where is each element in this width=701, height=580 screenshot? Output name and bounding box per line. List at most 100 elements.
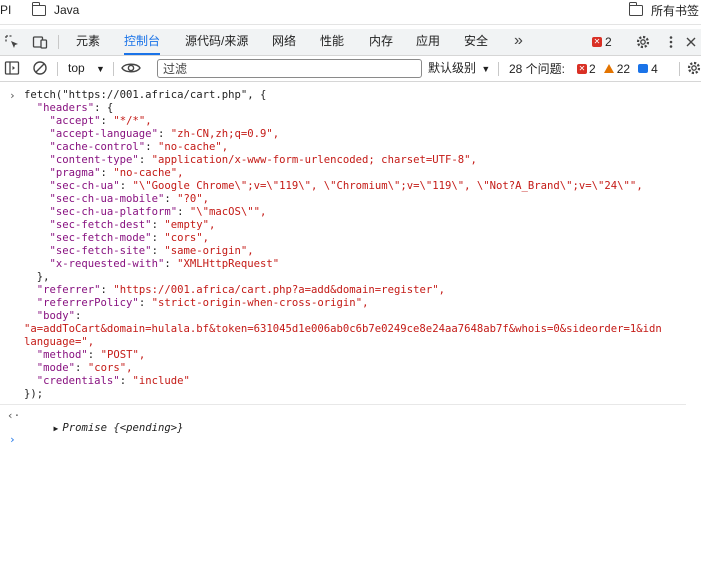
bookmark-label: Java [54,3,80,17]
code-string: "strict-origin-when-cross-origin", [151,297,369,309]
code-line: "pragma": "no-cache", [49,167,184,179]
issues-label: 28 个问题: [509,61,566,76]
more-options-icon[interactable] [663,34,679,50]
dropdown-arrow-icon: ▼ [481,64,491,74]
error-icon: ✕ [592,37,602,47]
eye-icon[interactable] [121,61,141,75]
code-string: "cors", [87,362,133,374]
input-chevron-icon: › [9,89,16,102]
code-string: "POST", [100,349,146,361]
tab-memory[interactable]: 内存 [369,29,393,55]
code-key: "accept-language" [49,128,158,140]
error-icon: ✕ [577,63,588,74]
folder-icon [628,1,643,16]
context-selector[interactable]: top ▼ [68,56,105,81]
code-line: }, [24,271,50,284]
log-level-value: 默认级别 [428,61,477,75]
clear-console-icon[interactable] [32,60,48,76]
code-line: "referrerPolicy": "strict-origin-when-cr… [36,297,369,309]
code-line: "sec-fetch-site": "same-origin", [49,245,254,257]
filter-input[interactable] [157,59,422,78]
code-line: "a=addToCart&domain=hulala.bf&token=6310… [24,323,662,336]
issues-counter[interactable]: 28 个问题: ✕ 2 22 4 [509,56,658,81]
tab-security[interactable]: 安全 [464,29,488,55]
code-string: "a=addToCart&domain=hulala.bf&token=6310… [24,323,662,335]
code-key: "x-requested-with" [49,258,165,270]
code-key: "mode" [36,362,76,374]
tab-application[interactable]: 应用 [416,29,440,55]
divider [113,62,114,76]
tab-sources[interactable]: 源代码/来源 [185,29,248,55]
code-string: "application/x-www-form-urlencoded; char… [151,154,477,166]
bookmark-all[interactable]: 所有书签 [628,0,700,20]
console-toolbar: top ▼ 默认级别 ▼ 28 个问题: ✕ 2 22 4 [0,56,701,82]
code-line: "sec-fetch-mode": "cors", [49,232,209,244]
code-key: "credentials" [36,375,120,387]
code-string: "no-cache", [157,141,229,153]
issue-info-count: 4 [651,61,658,76]
code-punct: }); [24,388,44,400]
code-line: "headers": { [24,102,114,115]
divider [57,62,58,76]
bookmark-java[interactable]: Java [31,0,80,20]
inspect-element-icon[interactable] [4,34,20,50]
code-string: "\"Google Chrome\";v=\"119\", \"Chromium… [132,180,643,192]
gear-icon[interactable] [635,34,651,50]
code-key: "content-type" [49,154,139,166]
close-icon[interactable] [683,34,699,50]
code-key: "body" [36,310,76,322]
code-call: fetch("https://001.africa/cart.php", { [24,89,267,101]
code-key: "referrerPolicy" [36,297,139,309]
log-level-dropdown[interactable]: 默认级别 ▼ [428,56,490,81]
code-key: "cache-control" [49,141,146,153]
error-count: 2 [605,35,612,49]
console-settings-icon[interactable] [686,60,701,76]
code-line: "method": "POST", [36,349,146,361]
dropdown-arrow-icon: ▼ [96,64,105,74]
code-punct: : [75,310,82,322]
code-line: "accept": "*/*", [49,115,152,127]
bookmark-label: 所有书签 [651,3,700,18]
code-string: "XMLHttpRequest" [177,258,280,270]
code-key: "sec-fetch-mode" [49,232,152,244]
code-string: "?0", [177,193,209,205]
code-punct: : { [94,102,114,114]
result-state: {<pending>} [113,422,184,434]
error-counter[interactable]: ✕ 2 [592,35,612,49]
code-string: "zh-CN,zh;q=0.9", [170,128,280,140]
more-tabs-button[interactable]: » [514,29,523,55]
code-line: }); [24,388,43,401]
tab-performance[interactable]: 性能 [320,29,344,55]
code-line: "credentials": "include" [36,375,190,387]
code-key: "sec-ch-ua-mobile" [49,193,165,205]
divider [58,35,59,49]
issue-error-count: 2 [589,61,596,76]
bookmarks-bar: PI Java 所有书签 [0,0,701,25]
promise-result[interactable]: ▶ Promise {<pending>} [28,409,184,448]
code-line: "accept-language": "zh-CN,zh;q=0.9", [49,128,280,140]
code-string: "no-cache", [113,167,184,179]
code-line: "sec-ch-ua-mobile": "?0", [49,193,209,205]
code-line: "content-type": "application/x-www-form-… [49,154,477,166]
sidebar-toggle-icon[interactable] [4,60,20,76]
code-line: "sec-fetch-dest": "empty", [49,219,216,231]
code-key: "sec-ch-ua" [49,180,120,192]
code-string: "*/*", [113,115,152,127]
tab-console[interactable]: 控制台 [124,29,161,55]
tab-elements[interactable]: 元素 [76,29,100,55]
code-string: "\"macOS\"", [189,206,267,218]
devtools-tabbar: 元素 控制台 源代码/来源 网络 性能 内存 应用 安全 » ✕ 2 [0,29,701,56]
bookmark-partial[interactable]: PI [0,0,11,20]
code-key: "referrer" [36,284,101,296]
code-key: "sec-fetch-site" [49,245,152,257]
code-string: "cors", [164,232,209,244]
code-key: "sec-ch-ua-platform" [49,206,178,218]
result-label: Promise [62,422,107,434]
expand-triangle-icon[interactable]: ▶ [54,424,59,433]
prompt-chevron-icon[interactable]: › [9,433,16,446]
code-key: "accept" [49,115,101,127]
code-line: "mode": "cors", [36,362,133,374]
device-toolbar-icon[interactable] [32,34,48,50]
code-line: "x-requested-with": "XMLHttpRequest" [49,258,280,270]
tab-network[interactable]: 网络 [272,29,296,55]
